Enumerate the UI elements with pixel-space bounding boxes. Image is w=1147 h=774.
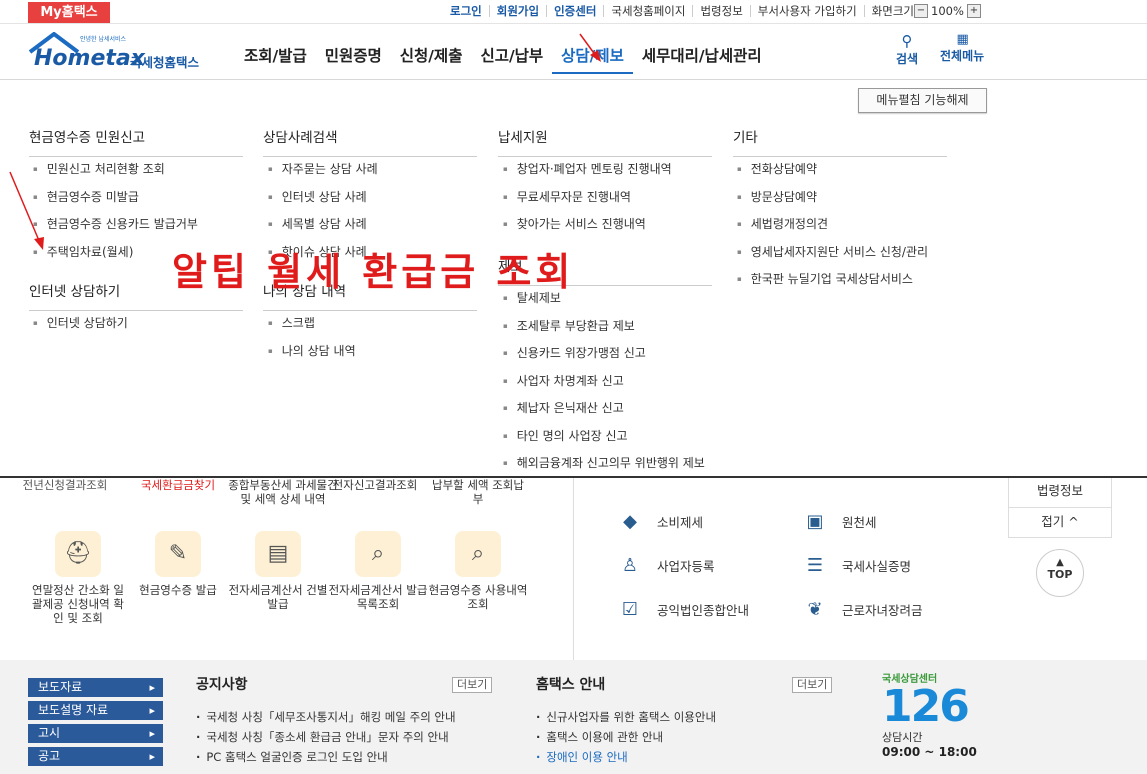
red-arrow-icon	[579, 33, 601, 62]
annotation-arrows	[9, 33, 601, 250]
red-arrow-icon	[9, 171, 44, 250]
